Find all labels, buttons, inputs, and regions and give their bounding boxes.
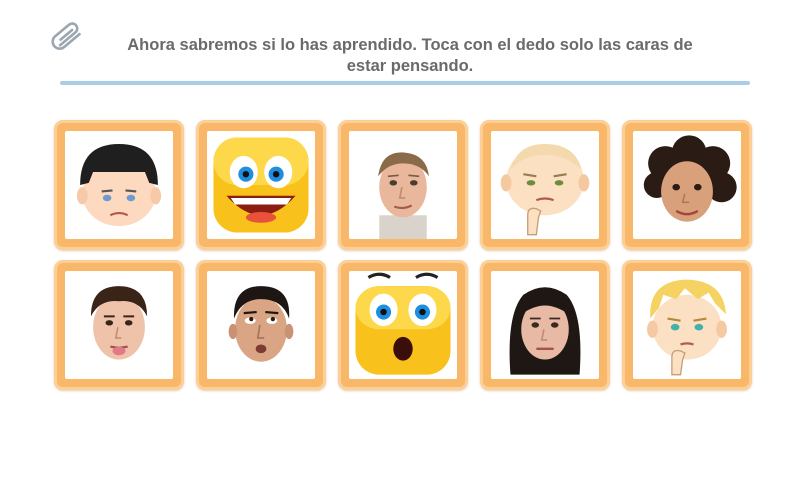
face-image-curly-girl (633, 131, 741, 239)
face-card-2[interactable] (196, 120, 326, 250)
face-card-4[interactable] (480, 120, 610, 250)
face-card-9[interactable] (480, 260, 610, 390)
faces-grid (54, 120, 754, 390)
face-image-man-thinking (207, 271, 315, 379)
face-image-cartoon-boy (65, 131, 173, 239)
face-card-7[interactable] (196, 260, 326, 390)
face-image-woman-serious (491, 271, 599, 379)
face-image-blond-man (349, 131, 457, 239)
face-card-8[interactable] (338, 260, 468, 390)
face-card-3[interactable] (338, 120, 468, 250)
face-image-emoji-smile (207, 131, 315, 239)
instruction-text: Ahora sabremos si lo has aprendido. Toca… (127, 36, 693, 75)
face-card-1[interactable] (54, 120, 184, 250)
face-card-10[interactable] (622, 260, 752, 390)
face-image-boy-tongue (65, 271, 173, 379)
face-card-5[interactable] (622, 120, 752, 250)
paperclip-icon[interactable] (48, 18, 88, 54)
face-image-cartoon-baby-thinking (491, 131, 599, 239)
header-divider (60, 81, 750, 85)
header: Ahora sabremos si lo has aprendido. Toca… (0, 0, 800, 90)
face-image-cartoon-blond-boy (633, 271, 741, 379)
face-image-emoji-surprised (349, 271, 457, 379)
face-card-6[interactable] (54, 260, 184, 390)
